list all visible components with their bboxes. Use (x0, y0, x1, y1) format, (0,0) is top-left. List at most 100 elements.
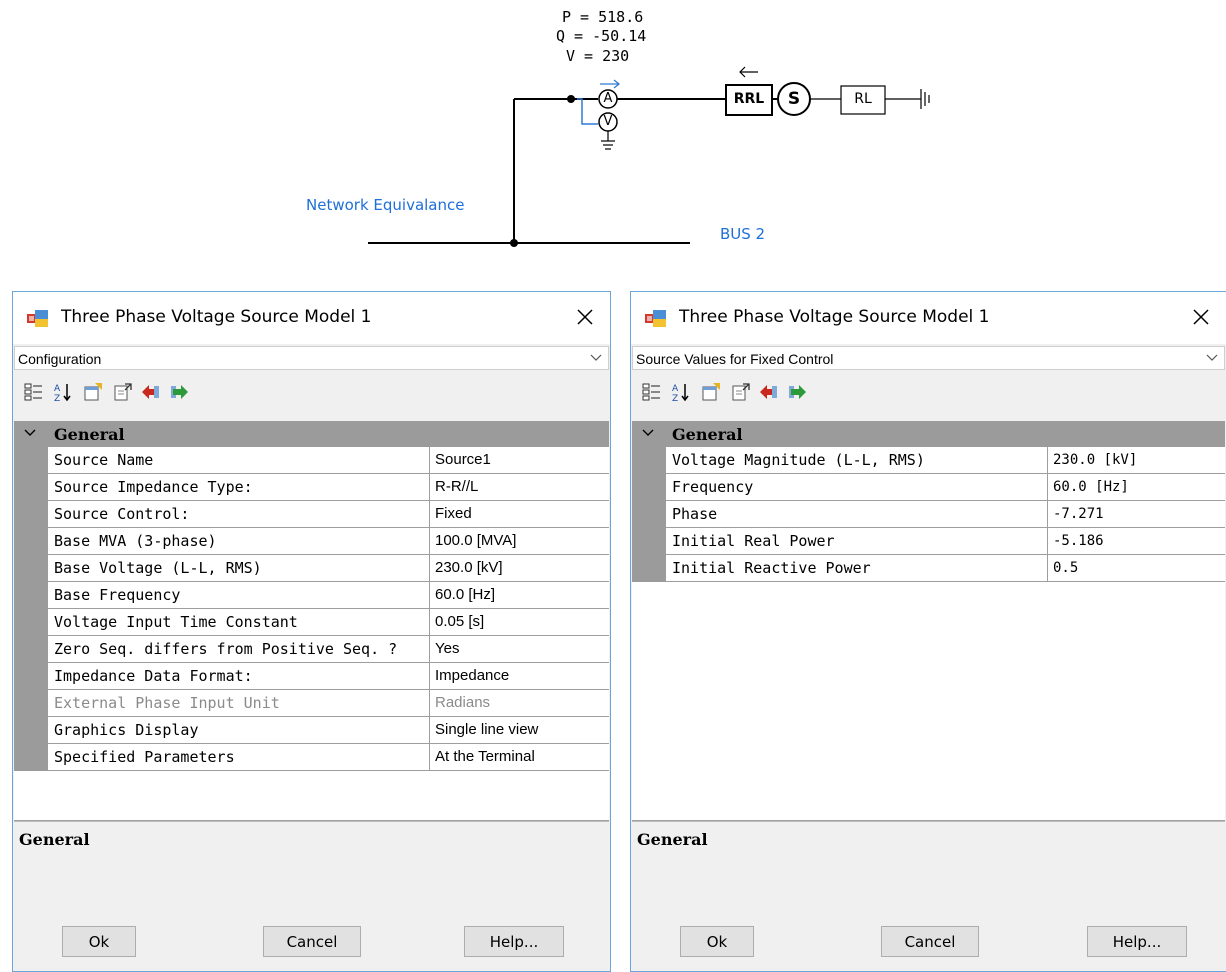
group-header-general[interactable]: General (14, 421, 609, 447)
help-button[interactable]: Help... (464, 926, 564, 957)
description-panel: General (14, 821, 609, 914)
cancel-button[interactable]: Cancel (263, 926, 361, 957)
svg-text:A: A (672, 384, 679, 394)
property-row[interactable]: Source Control: Fixed (48, 501, 609, 528)
rrl-label: RRL (733, 91, 765, 107)
property-row[interactable]: Zero Seq. differs from Positive Seq. ? Ye… (48, 636, 609, 663)
ok-button[interactable]: Ok (680, 926, 754, 957)
export-icon[interactable] (113, 382, 133, 402)
property-row[interactable]: Phase -7.271 (666, 501, 1225, 528)
ok-button[interactable]: Ok (62, 926, 136, 957)
source-configuration-dialog: Three Phase Voltage Source Model 1 Confi… (12, 291, 611, 972)
network-equivalance-label[interactable]: Network Equivalance (306, 196, 464, 214)
property-pages-icon[interactable] (83, 382, 103, 402)
property-row[interactable]: Base MVA (3-phase) 100.0 [MVA] (48, 528, 609, 555)
property-value[interactable]: Fixed (430, 501, 609, 527)
property-value[interactable]: At the Terminal (430, 744, 609, 770)
voltmeter-label: V (603, 114, 613, 129)
property-value[interactable]: Single line view (430, 717, 609, 743)
component-app-icon (645, 310, 666, 327)
chevron-down-icon (1206, 354, 1218, 361)
property-row[interactable]: Initial Real Power -5.186 (666, 528, 1225, 555)
property-name: Base Frequency (48, 582, 430, 608)
close-icon[interactable] (572, 304, 598, 330)
property-row[interactable]: Source Name Source1 (48, 447, 609, 474)
export-icon[interactable] (731, 382, 751, 402)
cancel-button[interactable]: Cancel (881, 926, 979, 957)
svg-text:Z: Z (672, 394, 678, 402)
property-value[interactable]: 100.0 [MVA] (430, 528, 609, 554)
property-row[interactable]: Graphics Display Single line view (48, 717, 609, 744)
property-grid: General Voltage Magnitude (L-L, RMS) 230.… (632, 421, 1225, 821)
property-grid: General Source Name Source1 Source Impeda… (14, 421, 609, 821)
bus-2-label[interactable]: BUS 2 (720, 225, 765, 243)
property-toolbar: A Z (13, 372, 610, 412)
collapse-chevron-icon[interactable] (24, 428, 36, 438)
close-icon[interactable] (1188, 304, 1214, 330)
dialog-title: Three Phase Voltage Source Model 1 (61, 307, 372, 327)
help-button[interactable]: Help... (1087, 926, 1187, 957)
categorized-icon[interactable] (642, 382, 662, 402)
property-name: Source Name (48, 447, 430, 473)
property-value[interactable]: 230.0 [kV] (1048, 447, 1225, 473)
property-row[interactable]: Frequency 60.0 [Hz] (666, 474, 1225, 501)
source-label: S (787, 89, 801, 109)
dialog-title-bar[interactable]: Three Phase Voltage Source Model 1 (631, 292, 1226, 344)
property-value[interactable]: Impedance (430, 663, 609, 689)
property-toolbar: A Z (631, 372, 1226, 412)
property-value[interactable]: R-R//L (430, 474, 609, 500)
categorized-icon[interactable] (24, 382, 44, 402)
property-row[interactable]: Specified Parameters At the Terminal (48, 744, 609, 771)
meter-junction-node (567, 95, 575, 103)
property-value[interactable]: 0.5 (1048, 555, 1225, 581)
group-label: General (54, 425, 125, 444)
property-value[interactable]: 60.0 [Hz] (430, 582, 609, 608)
property-row[interactable]: Base Frequency 60.0 [Hz] (48, 582, 609, 609)
property-value[interactable]: 0.05 [s] (430, 609, 609, 635)
green-arrow-icon[interactable] (169, 382, 189, 402)
green-arrow-icon[interactable] (787, 382, 807, 402)
property-row[interactable]: Base Voltage (L-L, RMS) 230.0 [kV] (48, 555, 609, 582)
svg-text:A: A (54, 384, 61, 394)
dialog-title-bar[interactable]: Three Phase Voltage Source Model 1 (13, 292, 610, 344)
property-pages-icon[interactable] (701, 382, 721, 402)
chevron-down-icon (590, 354, 602, 361)
sort-alphabetical-icon[interactable]: A Z (671, 382, 691, 402)
category-selected: Configuration (18, 351, 102, 367)
property-name: Base MVA (3-phase) (48, 528, 430, 554)
property-name: Base Voltage (L-L, RMS) (48, 555, 430, 581)
property-name: Voltage Input Time Constant (48, 609, 430, 635)
category-dropdown[interactable]: Source Values for Fixed Control (632, 346, 1225, 370)
red-arrow-icon[interactable] (141, 382, 161, 402)
circuit-schematic: P = 518.6 Q = -50.14 V = 230 A V RRL S R… (0, 0, 1226, 270)
property-row[interactable]: Voltage Input Time Constant 0.05 [s] (48, 609, 609, 636)
group-header-general[interactable]: General (632, 421, 1225, 447)
property-value[interactable]: -7.271 (1048, 501, 1225, 527)
component-app-icon (27, 310, 48, 327)
property-value[interactable]: Yes (430, 636, 609, 662)
property-row[interactable]: Impedance Data Format: Impedance (48, 663, 609, 690)
property-name: Source Impedance Type: (48, 474, 430, 500)
sort-alphabetical-icon[interactable]: A Z (53, 382, 73, 402)
property-row[interactable]: Voltage Magnitude (L-L, RMS) 230.0 [kV] (666, 447, 1225, 474)
grid-gutter (632, 447, 666, 582)
category-dropdown[interactable]: Configuration (14, 346, 609, 370)
category-selected: Source Values for Fixed Control (636, 351, 834, 367)
property-name: Phase (666, 501, 1048, 527)
red-arrow-icon[interactable] (759, 382, 779, 402)
property-value[interactable]: -5.186 (1048, 528, 1225, 554)
property-row[interactable]: Initial Reactive Power 0.5 (666, 555, 1225, 582)
property-rows: Source Name Source1 Source Impedance Type… (48, 447, 609, 771)
property-name: Specified Parameters (48, 744, 430, 770)
description-title: General (19, 830, 90, 849)
property-name: Initial Real Power (666, 528, 1048, 554)
group-label: General (672, 425, 743, 444)
property-value[interactable]: 60.0 [Hz] (1048, 474, 1225, 500)
property-value[interactable]: 230.0 [kV] (430, 555, 609, 581)
property-rows: Voltage Magnitude (L-L, RMS) 230.0 [kV] F… (666, 447, 1225, 582)
property-name: Zero Seq. differs from Positive Seq. ? (48, 636, 430, 662)
collapse-chevron-icon[interactable] (642, 428, 654, 438)
property-value[interactable]: Source1 (430, 447, 609, 473)
ammeter-label: A (603, 91, 613, 106)
property-row[interactable]: Source Impedance Type: R-R//L (48, 474, 609, 501)
